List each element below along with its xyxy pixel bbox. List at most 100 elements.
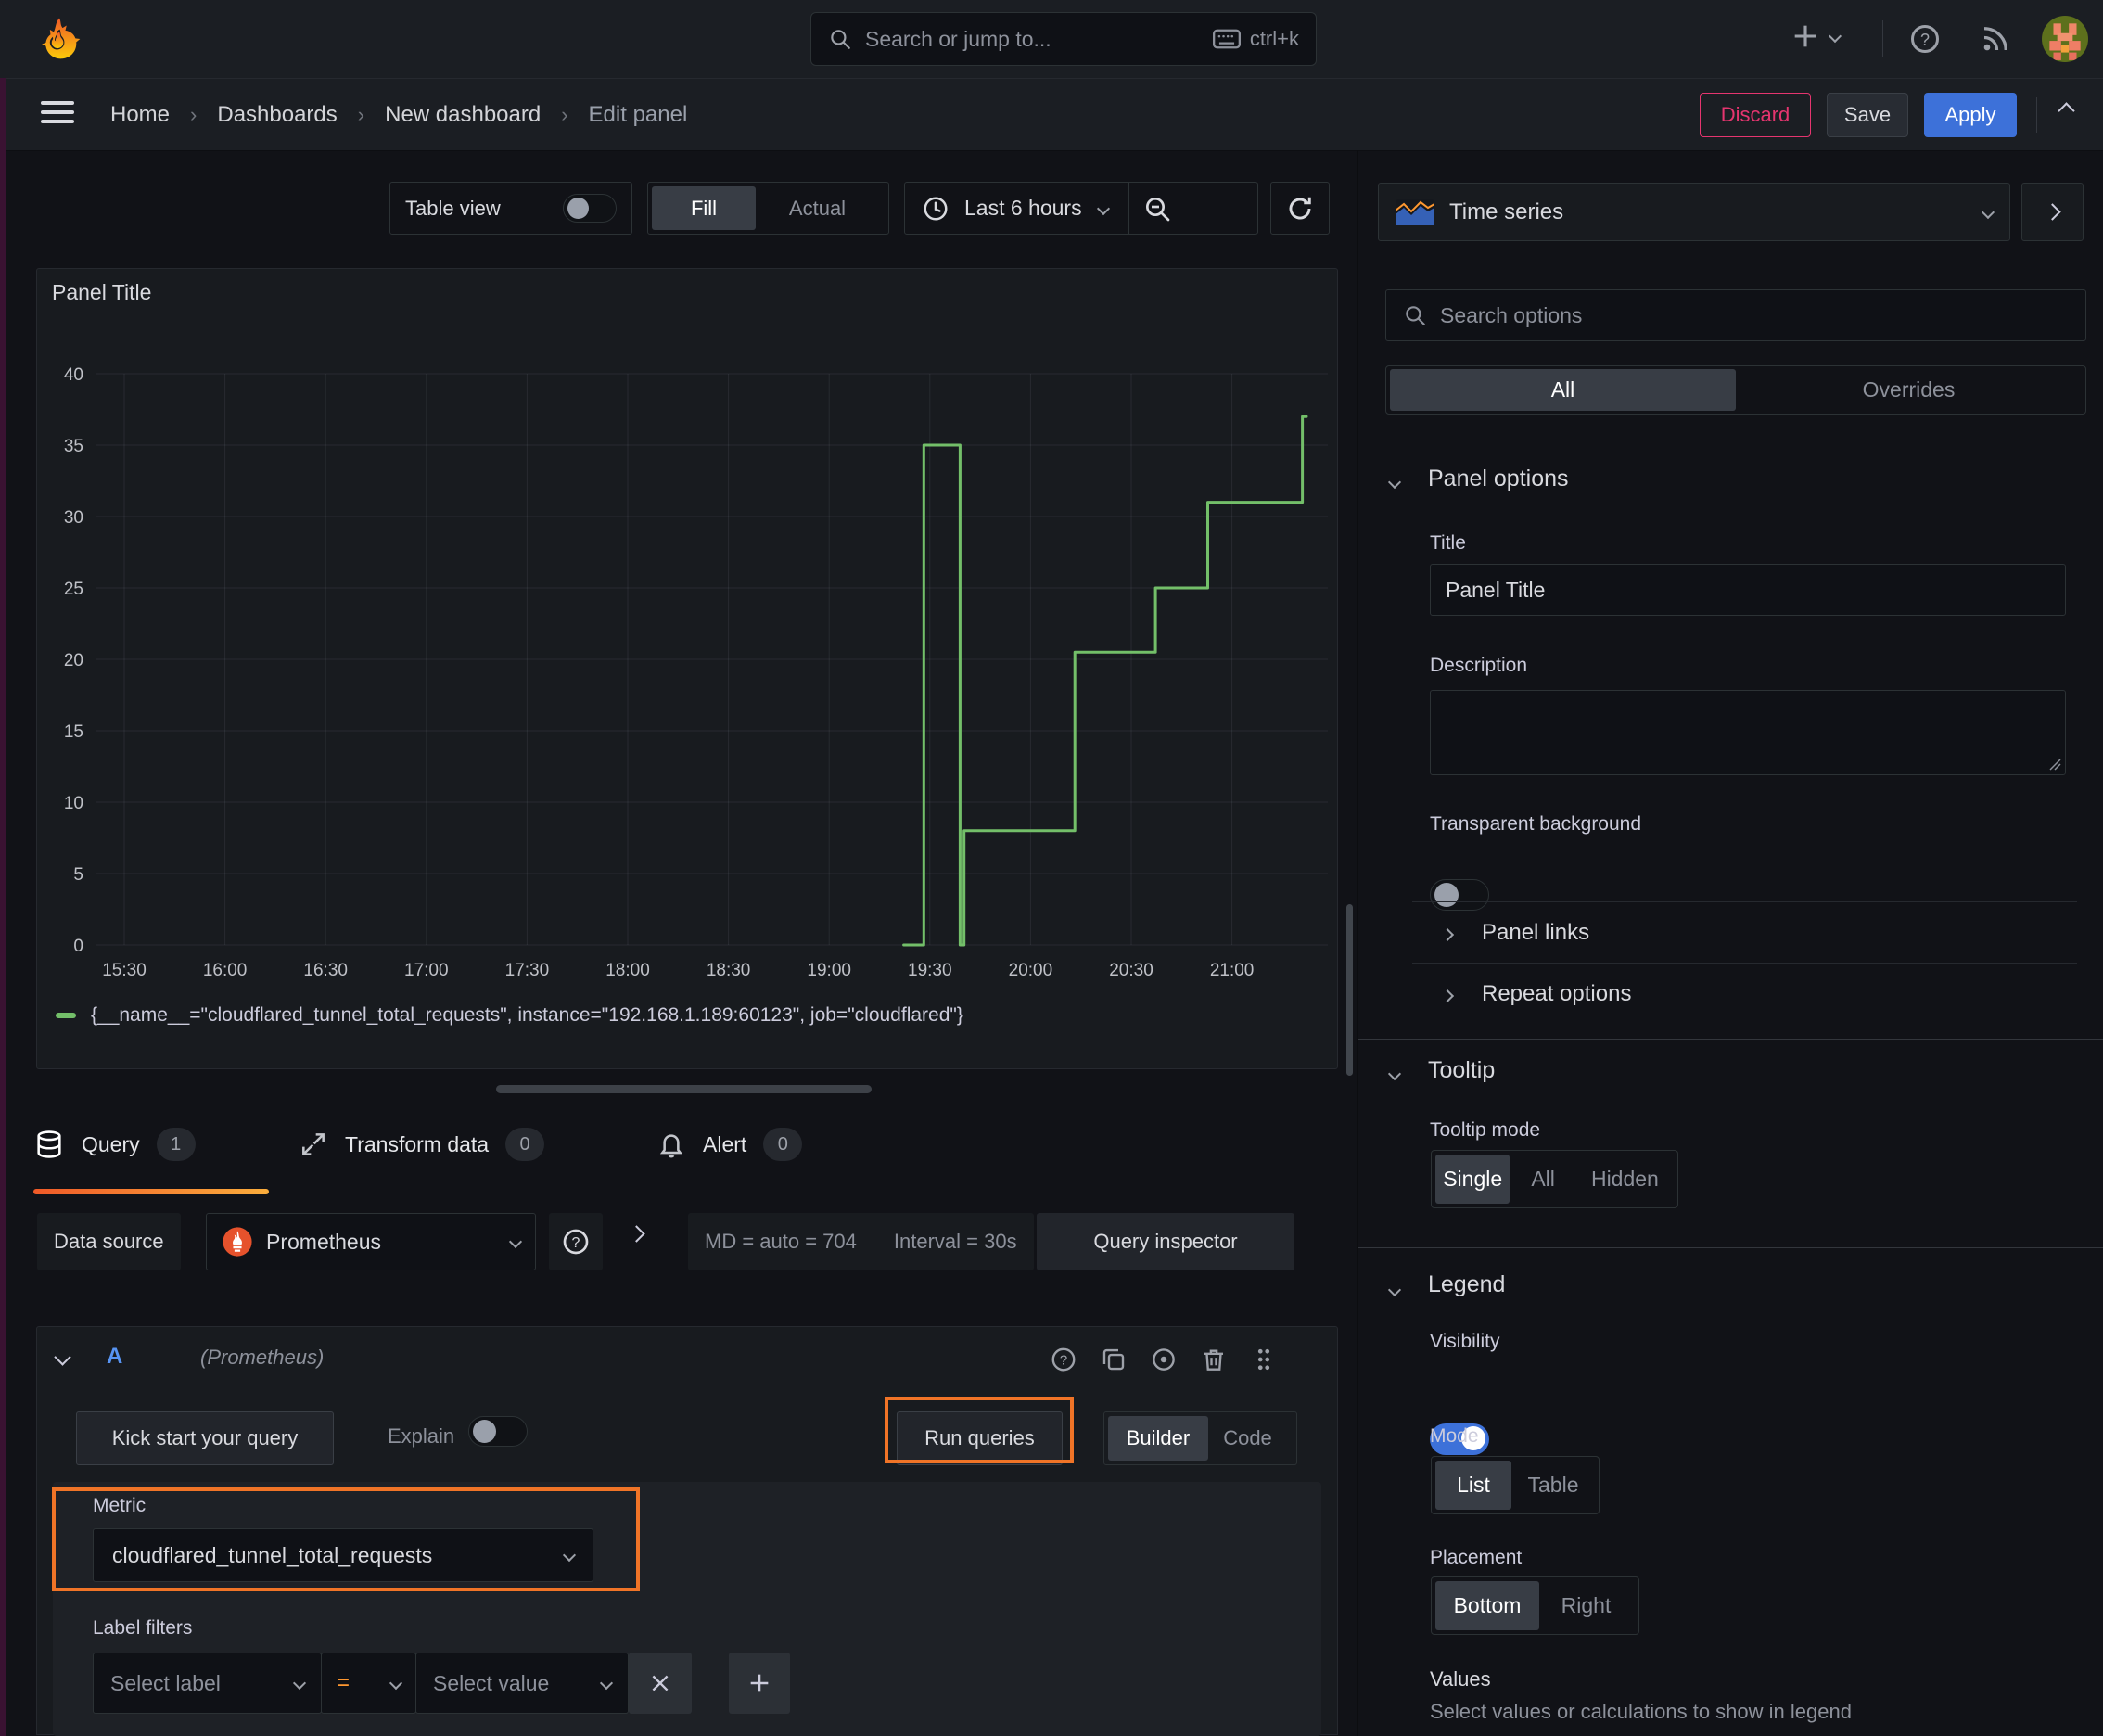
repeat-options-header[interactable]: Repeat options [1482,981,1631,1007]
tab-alert[interactable]: Alert 0 [656,1128,803,1161]
legend-header[interactable]: Legend [1428,1271,1505,1298]
collapse-pane-button[interactable] [2058,102,2075,120]
query-ref-id[interactable]: A [107,1344,122,1370]
chart-legend[interactable]: {__name__="cloudflared_tunnel_total_requ… [56,1004,963,1027]
label-filter-label-select[interactable]: Select label [93,1653,322,1714]
series-line [902,415,1308,947]
global-search-input[interactable]: Search or jump to... ctrl+k [810,12,1317,66]
select-value-placeholder: Select value [433,1670,550,1695]
datasource-select[interactable]: Prometheus [206,1213,536,1270]
eye-icon[interactable] [1150,1346,1178,1373]
news-rss-button[interactable] [1979,22,2012,56]
panel-title-input[interactable] [1430,564,2066,616]
legend-mode-label: Mode [1430,1425,1479,1447]
builder-option[interactable]: Builder [1108,1416,1208,1461]
remove-filter-button[interactable] [629,1653,692,1714]
tab-transform-label: Transform data [345,1131,490,1156]
legend-chevron[interactable] [1387,1283,1402,1299]
help-button[interactable]: ? [1908,22,1942,56]
series-name[interactable]: {__name__="cloudflared_tunnel_total_requ… [91,1004,963,1027]
tab-query[interactable]: Query 1 [33,1128,196,1161]
code-option[interactable]: Code [1208,1416,1287,1461]
actual-option[interactable]: Actual [756,186,879,230]
query-datasource-hint: (Prometheus) [200,1346,325,1369]
fill-option[interactable]: Fill [652,186,756,230]
save-button[interactable]: Save [1827,93,1908,137]
discard-button[interactable]: Discard [1700,93,1811,137]
label-filter-value-select[interactable]: Select value [415,1653,629,1714]
tooltip-header[interactable]: Tooltip [1428,1057,1495,1084]
panel-links-chevron[interactable] [1440,927,1455,944]
svg-text:?: ? [1920,31,1930,49]
panel-links-header[interactable]: Panel links [1482,920,1589,946]
x-axis-tick: 18:30 [707,961,751,980]
search-placeholder: Search or jump to... [865,26,1052,51]
time-range-chevron-icon[interactable] [1096,201,1110,215]
drag-handle-icon[interactable] [1250,1346,1278,1373]
user-avatar[interactable] [2042,16,2088,62]
breadcrumb: Home › Dashboards › New dashboard › Edit… [110,79,687,150]
time-series-chart[interactable]: 15:30 16:00 16:30 17:00 17:30 18:00 18:30 19:00… [37,315,1337,1006]
clock-icon [922,195,950,223]
operator-value: = [337,1670,350,1695]
breadcrumb-dashboards[interactable]: Dashboards [217,102,337,128]
options-search-input[interactable]: Search options [1385,289,2086,341]
breadcrumb-new-dashboard[interactable]: New dashboard [385,102,541,128]
metric-select[interactable]: cloudflared_tunnel_total_requests [93,1528,593,1582]
repeat-options-chevron[interactable] [1440,989,1455,1005]
query-collapse-chevron[interactable] [54,1348,71,1368]
tooltip-single-option[interactable]: Single [1435,1155,1510,1204]
tooltip-mode-switcher: Single All Hidden [1431,1150,1678,1208]
tab-transform-data[interactable]: Transform data 0 [299,1128,545,1161]
viz-chevron-icon [1981,205,1995,219]
zoom-out-button[interactable] [1142,194,1172,223]
explain-toggle[interactable] [468,1416,528,1447]
add-filter-button[interactable] [729,1653,790,1714]
duplicate-icon[interactable] [1100,1346,1128,1373]
tab-all[interactable]: All [1390,369,1736,411]
time-range-label[interactable]: Last 6 hours [964,196,1082,221]
kick-start-query-button[interactable]: Kick start your query [76,1411,334,1465]
options-search-placeholder: Search options [1440,302,1583,327]
y-axis-tick: 30 [64,508,83,528]
breadcrumb-home[interactable]: Home [110,102,170,128]
chevron-down-icon [1828,29,1842,44]
datasource-help-button[interactable]: ? [549,1213,603,1270]
tab-alert-label: Alert [703,1131,747,1156]
visualization-select[interactable]: Time series [1378,183,2010,241]
y-axis-tick: 35 [64,437,83,456]
apply-button[interactable]: Apply [1924,93,2017,137]
tooltip-all-option[interactable]: All [1510,1155,1575,1204]
datasource-chevron-icon [508,1234,523,1249]
sidebar-scrollbar-thumb[interactable] [1346,904,1353,1076]
description-textarea[interactable] [1430,690,2066,775]
viz-suggestions-button[interactable] [2021,183,2084,241]
panel-options-header[interactable]: Panel options [1428,466,1569,492]
add-new-button[interactable] [1790,20,1842,52]
label-filter-operator-select[interactable]: = [321,1653,416,1714]
table-view-toggle[interactable] [563,194,617,223]
panel-options-chevron[interactable] [1387,475,1402,491]
legend-placement-bottom-option[interactable]: Bottom [1435,1581,1539,1630]
tooltip-chevron[interactable] [1387,1066,1402,1083]
transparent-background-toggle[interactable] [1430,879,1489,911]
x-axis-tick: 18:00 [605,961,650,980]
help-icon[interactable]: ? [1050,1346,1077,1373]
legend-placement-right-option[interactable]: Right [1539,1581,1633,1630]
legend-placement-switcher: Bottom Right [1431,1576,1639,1635]
tooltip-hidden-option[interactable]: Hidden [1576,1155,1674,1204]
query-inspector-button[interactable]: Query inspector [1037,1213,1294,1270]
refresh-button[interactable] [1270,182,1330,235]
pane-resize-handle[interactable] [496,1085,872,1093]
title-label: Title [1430,532,1466,554]
menu-toggle-button[interactable] [41,96,74,129]
datasource-expand-chevron[interactable] [628,1225,645,1243]
panel-title[interactable]: Panel Title [52,280,151,305]
grafana-logo-icon[interactable] [35,15,83,63]
legend-mode-list-option[interactable]: List [1435,1461,1511,1510]
x-axis-tick: 19:00 [807,961,851,980]
legend-mode-table-option[interactable]: Table [1511,1461,1595,1510]
svg-text:?: ? [572,1235,580,1251]
trash-icon[interactable] [1200,1346,1228,1373]
tab-overrides[interactable]: Overrides [1736,369,2082,411]
